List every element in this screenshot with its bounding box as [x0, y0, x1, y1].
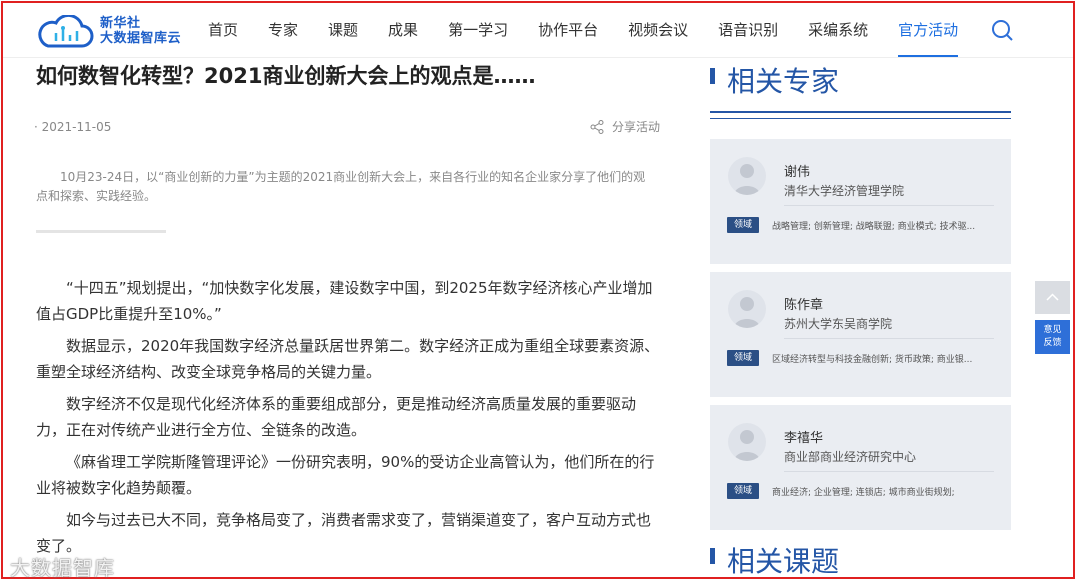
nav-first-study[interactable]: 第一学习 [433, 3, 523, 57]
expert-org: 苏州大学东吴商学院 [784, 317, 893, 331]
paragraph: “十四五”规划提出，“加快数字化发展，建设数字中国，到2025年数字经济核心产业… [36, 279, 653, 323]
nav-speech-recognition[interactable]: 语音识别 [703, 3, 793, 57]
expert-org: 清华大学经济管理学院 [784, 184, 905, 198]
article-summary: 10月23-24日，以“商业创新的力量”为主题的2021商业创新大会上，来自各行… [36, 170, 646, 203]
feedback-line-2: 反馈 [1043, 338, 1062, 348]
nav-collab-platform[interactable]: 协作平台 [523, 3, 613, 57]
expert-name[interactable]: 陈作章 [784, 294, 823, 313]
avatar [728, 423, 766, 461]
paragraph: 数据显示，2020年我国数字经济总量跃居世界第二。数字经济正成为重组全球要素资源… [36, 337, 660, 381]
heading-bar [710, 68, 715, 84]
user-silhouette-icon [734, 430, 760, 461]
expert-org: 商业部商业经济研究中心 [784, 450, 917, 464]
paragraph: 《麻省理工学院斯隆管理评论》一份研究表明，90%的受访企业高管认为，他们所在的行… [36, 453, 655, 497]
main-nav: 首页 专家 课题 成果 第一学习 协作平台 视频会议 语音识别 采编系统 官方活… [193, 3, 973, 57]
share-button[interactable]: 分享活动 [590, 118, 660, 135]
expert-name[interactable]: 李禧华 [784, 427, 823, 446]
avatar [728, 157, 766, 195]
heading-bar [710, 548, 715, 564]
logo-line-2: 大数据智库云 [100, 31, 182, 46]
user-silhouette-icon [734, 297, 760, 328]
share-icon [590, 119, 604, 134]
nav-experts[interactable]: 专家 [253, 3, 313, 57]
related-topics-heading-text: 相关课题 [727, 545, 840, 578]
expert-fields: 商业经济; 企业管理; 连锁店; 城市商业街规划; [772, 488, 955, 498]
nav-home[interactable]: 首页 [193, 3, 253, 57]
watermark-text: 大数据智库 [10, 556, 115, 580]
summary-divider [36, 230, 166, 233]
feedback-button[interactable]: 意见 反馈 [1035, 320, 1070, 354]
expert-card[interactable]: 陈作章 苏州大学东吴商学院 领域 区域经济转型与科技金融创新; 货币政策; 商业… [710, 272, 1011, 397]
related-experts-heading: 相关专家 [710, 64, 839, 100]
avatar [728, 290, 766, 328]
nav-topics[interactable]: 课题 [313, 3, 373, 57]
heading-rule [710, 111, 1011, 119]
top-header: 新华社 大数据智库云 首页 专家 课题 成果 第一学习 协作平台 视频会议 语音… [3, 3, 1073, 58]
cloud-logo-icon [38, 15, 94, 48]
expert-fields: 区域经济转型与科技金融创新; 货币政策; 商业银... [772, 355, 973, 365]
logo-line-1: 新华社 [100, 16, 141, 31]
back-to-top-button[interactable] [1035, 281, 1070, 314]
search-icon[interactable] [991, 19, 1013, 41]
feedback-line-1: 意见 [1043, 325, 1062, 335]
card-divider [784, 205, 994, 206]
chevron-up-icon [1046, 293, 1059, 301]
field-tag: 领域 [727, 483, 759, 499]
expert-card[interactable]: 谢伟 清华大学经济管理学院 领域 战略管理; 创新管理; 战略联盟; 商业模式;… [710, 139, 1011, 264]
expert-card[interactable]: 李禧华 商业部商业经济研究中心 领域 商业经济; 企业管理; 连锁店; 城市商业… [710, 405, 1011, 530]
related-topics-heading: 相关课题 [710, 544, 839, 580]
nav-video-meeting[interactable]: 视频会议 [613, 3, 703, 57]
field-tag: 领域 [727, 217, 759, 233]
expert-fields: 战略管理; 创新管理; 战略联盟; 商业模式; 技术驱... [772, 222, 976, 232]
paragraph: 如今与过去已大不同，竞争格局变了，消费者需求变了，营销渠道变了，客户互动方式也变… [36, 511, 652, 555]
card-divider [784, 338, 994, 339]
nav-results[interactable]: 成果 [373, 3, 433, 57]
article-meta: · 2021-11-05 分享活动 [34, 114, 666, 144]
logo-text: 新华社 大数据智库云 [100, 16, 181, 46]
field-tag: 领域 [727, 350, 759, 366]
article-title: 如何数智化转型？2021商业创新大会上的观点是…… [36, 64, 536, 88]
nav-editing-system[interactable]: 采编系统 [793, 3, 883, 57]
article: 如何数智化转型？2021商业创新大会上的观点是…… · 2021-11-05 分… [34, 58, 666, 565]
paragraph: 数字经济不仅是现代化经济体系的重要组成部分，更是推动经济高质量发展的重要驱动力，… [36, 395, 637, 439]
share-label: 分享活动 [611, 120, 660, 134]
nav-official-events[interactable]: 官方活动 [883, 3, 973, 57]
article-date: · 2021-11-05 [34, 120, 112, 134]
related-experts-heading-text: 相关专家 [727, 65, 840, 98]
card-divider [784, 471, 994, 472]
article-body: “十四五”规划提出，“加快数字化发展，建设数字中国，到2025年数字经济核心产业… [36, 275, 664, 559]
user-silhouette-icon [734, 164, 760, 195]
expert-name[interactable]: 谢伟 [784, 161, 810, 180]
site-logo[interactable]: 新华社 大数据智库云 [36, 13, 181, 51]
